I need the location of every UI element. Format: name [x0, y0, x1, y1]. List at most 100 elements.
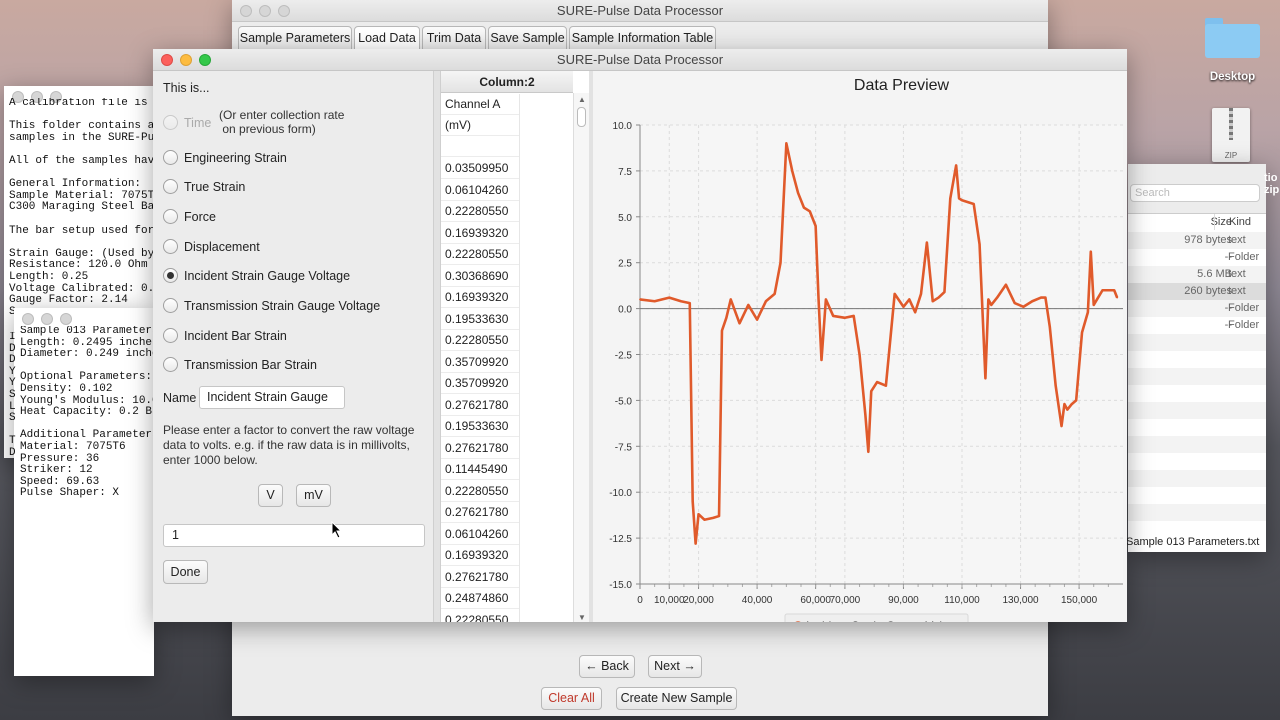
data-point — [1116, 296, 1119, 299]
close-button[interactable] — [161, 54, 173, 66]
finder-empty-row — [1128, 419, 1266, 436]
scroll-up-arrow-icon[interactable]: ▲ — [578, 95, 586, 104]
data-point — [747, 304, 750, 306]
name-label: Name — [163, 391, 197, 405]
radio-true-strain[interactable] — [163, 179, 178, 194]
finder-row[interactable]: 978 bytes text — [1128, 232, 1266, 249]
column-header[interactable]: Column:2 — [441, 71, 573, 93]
finder-empty-row — [1128, 334, 1266, 351]
finder-row-kind: text — [1228, 234, 1246, 246]
table-row[interactable]: 0.27621780 — [441, 502, 519, 523]
finder-search-placeholder: Search — [1135, 187, 1170, 199]
table-row[interactable]: 0.16939320 — [441, 287, 519, 308]
sample-text[interactable]: Sample 013 Parameters Length: 0.2495 inc… — [20, 326, 154, 500]
done-button[interactable]: Done — [163, 560, 208, 584]
radio-transmission-bar-strain[interactable] — [163, 357, 178, 372]
zoom-button[interactable] — [199, 54, 211, 66]
table-row[interactable]: 0.16939320 — [441, 223, 519, 244]
table-row[interactable]: 0.22280550 — [441, 244, 519, 265]
table-row[interactable]: 0.06104260 — [441, 180, 519, 201]
table-row[interactable]: 0.11445490 — [441, 459, 519, 480]
factor-input[interactable]: 1 — [163, 524, 425, 547]
table-row[interactable]: 0.16939320 — [441, 545, 519, 566]
table-row[interactable]: 0.19533630 — [441, 309, 519, 330]
finder-row[interactable]: -- Folder — [1128, 300, 1266, 317]
y-tick-label: 0.0 — [618, 305, 632, 316]
data-type-panel: This is... Time Engineering Strain True St… — [153, 71, 433, 622]
table-row[interactable]: 0.27621780 — [441, 567, 519, 588]
close-button[interactable] — [240, 5, 252, 17]
next-button[interactable]: Next → — [648, 655, 702, 678]
scroll-down-arrow-icon[interactable]: ▼ — [578, 613, 586, 622]
radio-force[interactable] — [163, 209, 178, 224]
finder-col-kind[interactable]: Kind — [1214, 214, 1264, 230]
zoom-button[interactable] — [60, 313, 72, 325]
finder-row[interactable]: -- Folder — [1128, 317, 1266, 334]
finder-row[interactable]: -- Folder — [1128, 249, 1266, 266]
finder-row-kind: text — [1228, 285, 1246, 297]
radio-transmission-strain-gauge-voltage[interactable] — [163, 298, 178, 313]
table-scrollbar[interactable]: ▲ ▼ — [573, 93, 589, 622]
radio-time[interactable] — [163, 115, 178, 130]
table-row[interactable]: 0.22280550 — [441, 201, 519, 222]
x-tick-label: 110,000 — [944, 595, 980, 606]
mv-button[interactable]: mV — [296, 484, 331, 507]
table-row[interactable]: 0.19533630 — [441, 416, 519, 437]
finder-empty-row — [1128, 470, 1266, 487]
data-point — [729, 298, 732, 301]
radio-displacement[interactable] — [163, 239, 178, 254]
table-row[interactable]: 0.22280550 — [441, 610, 519, 623]
table-row[interactable]: 0.35709920 — [441, 373, 519, 394]
tab-sample-information-table[interactable]: Sample Information Table — [569, 26, 716, 50]
split-divider[interactable] — [433, 71, 441, 622]
data-point — [1081, 331, 1083, 334]
channel-header: Channel A — [441, 94, 519, 115]
tab-save-sample[interactable]: Save Sample — [488, 26, 567, 50]
create-new-sample-button[interactable]: Create New Sample — [616, 687, 737, 710]
radio-incident-bar-strain[interactable] — [163, 328, 178, 343]
finder-row-kind: Folder — [1228, 319, 1260, 331]
zip-file-icon[interactable]: ZIP — [1212, 108, 1250, 162]
minimize-button[interactable] — [41, 313, 53, 325]
clear-all-button[interactable]: Clear All — [541, 687, 602, 710]
minimize-button[interactable] — [259, 5, 271, 17]
data-point — [920, 293, 922, 295]
finder-row[interactable]: 5.6 MB text — [1128, 266, 1266, 283]
table-row[interactable]: 0.30368690 — [441, 266, 519, 287]
tab-load-data[interactable]: Load Data — [354, 26, 420, 50]
table-row[interactable]: 0.27621780 — [441, 438, 519, 459]
close-button[interactable] — [22, 313, 34, 325]
x-tick-label: 40,000 — [742, 595, 773, 606]
factor-input-value: 1 — [172, 528, 179, 542]
zoom-button[interactable] — [278, 5, 290, 17]
data-point — [937, 296, 940, 299]
back-button[interactable]: ← Back — [579, 655, 635, 678]
name-input[interactable]: Incident Strain Gauge — [199, 386, 345, 409]
data-point — [721, 329, 723, 332]
radio-incident-strain-gauge-voltage[interactable] — [163, 268, 178, 283]
v-button[interactable]: V — [258, 484, 283, 507]
data-point — [978, 243, 981, 246]
tab-trim-data[interactable]: Trim Data — [422, 26, 486, 50]
desktop-folder-label: Desktop — [1209, 71, 1256, 83]
table-row[interactable]: 0.03509950 — [441, 158, 519, 179]
tab-sample-parameters[interactable]: Sample Parameters — [238, 26, 352, 50]
data-point — [1063, 403, 1066, 405]
table-row[interactable]: 0.22280550 — [441, 330, 519, 351]
mouse-cursor-icon — [331, 521, 343, 539]
data-point — [697, 513, 700, 516]
table-row[interactable]: 0.06104260 — [441, 524, 519, 545]
radio-engineering-strain[interactable] — [163, 150, 178, 165]
minimize-button[interactable] — [180, 54, 192, 66]
table-row[interactable]: 0.27621780 — [441, 395, 519, 416]
finder-row[interactable]: 260 bytes text — [1128, 283, 1266, 300]
x-tick-label: 60,000 — [800, 595, 831, 606]
table-row[interactable]: 0.24874860 — [441, 588, 519, 609]
data-point — [893, 293, 896, 295]
scroll-thumb[interactable] — [577, 107, 586, 127]
table-row[interactable]: 0.35709920 — [441, 352, 519, 373]
table-row[interactable]: 0.22280550 — [441, 481, 519, 502]
y-tick-label: -7.5 — [615, 442, 633, 453]
finder-search-input[interactable]: Search — [1130, 184, 1260, 202]
desktop-folder-icon[interactable] — [1205, 14, 1260, 58]
